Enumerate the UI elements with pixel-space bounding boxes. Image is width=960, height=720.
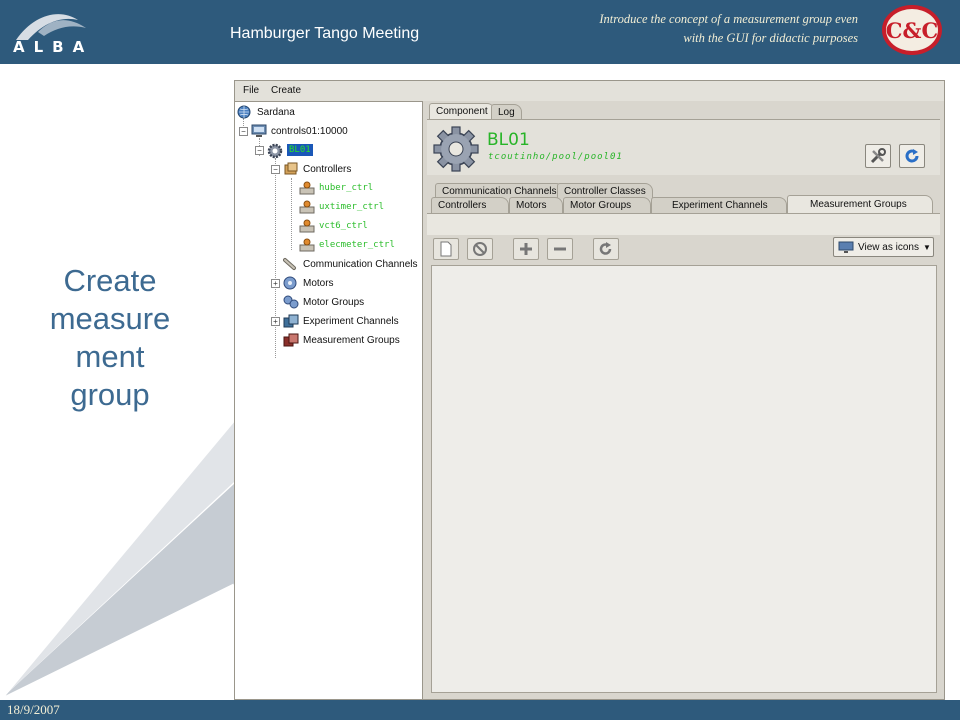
slide-footer: 18/9/2007 — [0, 700, 960, 720]
globe-icon — [237, 105, 253, 119]
controller-icon — [299, 181, 315, 195]
reload-icon — [905, 149, 919, 163]
experiment-channel-icon — [283, 314, 299, 328]
controller-icon — [299, 200, 315, 214]
chevron-down-icon: ▼ — [922, 242, 931, 252]
component-panel: Component Log BL01 tcoutinho/pool/pool01… — [425, 101, 944, 699]
meeting-title: Hamburger Tango Meeting — [230, 25, 420, 42]
tree-item-controller[interactable]: elecmeter_ctrl — [299, 236, 395, 254]
menu-bar: File Create — [235, 81, 944, 101]
plus-icon — [520, 243, 532, 255]
cc-logo-text: C&C — [886, 18, 938, 43]
tree-item-motor-groups[interactable]: Motor Groups — [283, 293, 364, 311]
measurement-group-icon — [283, 333, 299, 347]
view-mode-select[interactable]: View as icons ▼ — [833, 237, 934, 257]
tree-item-measurement-groups[interactable]: Measurement Groups — [283, 331, 400, 349]
tree-item-controller[interactable]: uxtimer_ctrl — [299, 198, 384, 216]
expand-icon[interactable]: + — [271, 317, 280, 326]
cc-logo: C&C — [882, 5, 942, 55]
remove-button[interactable] — [547, 238, 573, 260]
computer-icon — [251, 124, 267, 138]
add-button[interactable] — [513, 238, 539, 260]
new-icon — [440, 241, 452, 257]
tab-content-header — [427, 213, 940, 235]
controllers-icon — [283, 162, 299, 176]
tree-item-pool-bl01[interactable]: BL01 — [267, 141, 313, 159]
pool-device-name: tcoutinho/pool/pool01 — [488, 152, 623, 162]
tree-item-communication-channels[interactable]: Communication Channels — [283, 255, 418, 273]
gear-icon — [433, 126, 479, 172]
gear-icon — [267, 143, 283, 159]
delete-button[interactable] — [467, 238, 493, 260]
pool-header: BL01 tcoutinho/pool/pool01 — [427, 119, 940, 175]
new-button[interactable] — [433, 238, 459, 260]
tab-motor-groups[interactable]: Motor Groups — [563, 197, 651, 213]
tab-controllers[interactable]: Controllers — [431, 197, 509, 213]
tree-item-sardana[interactable]: Sardana — [237, 103, 295, 121]
slide-subtitle: Introduce the concept of a measurement g… — [599, 12, 858, 45]
tools-button[interactable] — [865, 144, 891, 168]
slide-header: ALBA Hamburger Tango Meeting Introduce t… — [0, 0, 960, 64]
tab-log[interactable]: Log — [491, 104, 522, 120]
alba-logo-text: ALBA — [13, 38, 94, 56]
tab-measurement-groups[interactable]: Measurement Groups — [787, 195, 933, 213]
tools-icon — [870, 148, 886, 164]
tree-item-server[interactable]: controls01:10000 — [251, 122, 348, 140]
menu-file[interactable]: File — [243, 85, 259, 96]
footer-date: 18/9/2007 — [7, 702, 60, 717]
minus-icon — [554, 247, 566, 251]
pool-title: BL01 — [487, 130, 530, 150]
menu-create[interactable]: Create — [271, 85, 301, 96]
motor-icon — [283, 276, 299, 290]
expand-icon[interactable]: + — [271, 279, 280, 288]
controller-icon — [299, 219, 315, 233]
measurement-group-toolbar: View as icons ▼ — [427, 235, 940, 265]
create-measurement-group-title: Create measure ment group — [49, 263, 171, 412]
tree-panel: Sardana − controls01:10000 − BL01 − Cont… — [235, 101, 423, 699]
collapse-icon[interactable]: − — [255, 146, 264, 155]
controller-icon — [299, 238, 315, 252]
view-mode-label: View as icons — [858, 241, 919, 253]
tree-item-motors[interactable]: Motors — [283, 274, 334, 292]
motor-group-icon — [283, 295, 299, 309]
collapse-icon[interactable]: − — [271, 165, 280, 174]
monitor-icon — [838, 241, 854, 253]
tab-motors[interactable]: Motors — [509, 197, 563, 213]
measurement-groups-view[interactable] — [431, 265, 937, 693]
tab-experiment-channels[interactable]: Experiment Channels — [651, 197, 787, 213]
collapse-icon[interactable]: − — [239, 127, 248, 136]
tree-item-controllers[interactable]: Controllers — [283, 160, 351, 178]
sardana-app-window: File Create Sardana − controls01:10000 −… — [234, 80, 945, 700]
stop-icon — [473, 242, 487, 256]
refresh-icon — [599, 242, 612, 255]
tree-item-controller[interactable]: vct6_ctrl — [299, 217, 368, 235]
tree-item-controller[interactable]: huber_ctrl — [299, 179, 373, 197]
tab-component[interactable]: Component — [429, 103, 495, 119]
tree-item-experiment-channels[interactable]: Experiment Channels — [283, 312, 399, 330]
refresh-button[interactable] — [593, 238, 619, 260]
cable-icon — [283, 257, 299, 271]
reload-button[interactable] — [899, 144, 925, 168]
